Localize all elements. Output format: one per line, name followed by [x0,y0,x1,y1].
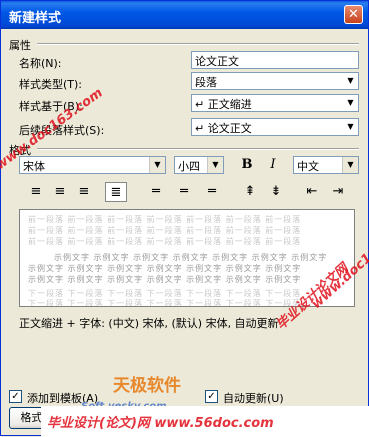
font-select[interactable]: 宋体 ▼ [19,156,166,174]
style-type-label: 样式类型(T): [19,78,83,91]
name-input-value: 论文正文 [195,55,239,68]
close-icon: ✕ [348,7,359,22]
chevron-down-icon[interactable]: ▼ [343,119,358,135]
decrease-indent-button[interactable]: ⇤ [301,182,323,202]
align-right-button[interactable]: ≡ [73,182,95,202]
style-type-select[interactable]: 段落 ▼ [191,72,359,90]
auto-update-label: 自动更新(U) [223,392,284,405]
name-input[interactable]: 论文正文 [191,51,359,69]
add-to-template-checkbox[interactable]: ✓ [9,390,22,403]
align-left-icon: ≡ [30,184,42,199]
bold-button[interactable]: B [236,155,258,175]
style-type-value: 段落 [195,76,217,89]
increase-indent-button[interactable]: ⇥ [327,182,349,202]
space-before-icon: ⇞ [244,184,256,199]
preview-sample-text: 示例文字 示例文字 示例文字 示例文字 示例文字 示例文字 示例文字 [28,264,302,273]
watermark-bottom-bar: 毕业设计(论文)网 www.56doc.com [41,406,369,437]
increase-indent-icon: ⇥ [332,184,344,199]
based-on-select[interactable]: ↵ 正文缩进 ▼ [191,94,359,112]
chevron-down-icon[interactable]: ▼ [343,73,358,89]
one-half-spacing-icon: ═ [180,184,188,199]
next-style-value: 论文正文 [207,122,252,135]
auto-update-checkbox[interactable]: ✓ [205,390,218,403]
properties-group-label: 属性 [9,39,31,52]
watermark-bottom: 毕业设计(论文)网 www.56doc.com [47,416,274,431]
language-value: 中文 [297,160,319,173]
single-spacing-icon: ═ [152,184,160,199]
space-after-button[interactable]: ⇟ [265,182,287,202]
preview-previous-paragraph: 前一段落 前一段落 前一段落 前一段落 前一段落 前一段落 前一段落 [28,215,302,224]
space-after-icon: ⇟ [270,184,282,199]
font-size-value: 小四 [178,160,200,173]
preview-next-paragraph: 下一段落 下一段落 下一段落 下一段落 下一段落 下一段落 下一段落 [28,299,302,307]
chevron-down-icon[interactable]: ▼ [149,157,165,173]
align-left-button[interactable]: ≡ [25,182,47,202]
preview-sample-text: 示例文字 示例文字 示例文字 示例文字 示例文字 示例文字 示例文字 [54,253,328,262]
chevron-down-icon[interactable]: ▼ [342,157,358,173]
font-value: 宋体 [23,160,45,173]
decrease-indent-icon: ⇤ [306,184,318,199]
properties-divider [37,43,359,45]
align-center-button[interactable]: ≡ [49,182,71,202]
language-select[interactable]: 中文 ▼ [293,156,359,174]
font-size-select[interactable]: 小四 ▼ [174,156,224,174]
new-style-dialog: 新建样式 ✕ 属性 名称(N): 论文正文 样式类型(T): 段落 ▼ 样式基于… [0,0,369,437]
format-divider [37,148,359,150]
next-style-select[interactable]: ↵ 论文正文 ▼ [191,118,359,136]
based-on-value: 正文缩进 [207,98,252,111]
paragraph-mark-icon: ↵ [195,122,205,135]
preview-previous-paragraph: 前一段落 前一段落 前一段落 前一段落 前一段落 前一段落 前一段落 [28,226,302,235]
style-description: 正文缩进 + 字体: (中文) 宋体, (默认) 宋体, 自动更新 [19,317,279,330]
double-spacing-button[interactable]: ═ [201,182,223,202]
chevron-down-icon[interactable]: ▼ [207,157,223,173]
justify-icon: ≣ [110,185,122,200]
dialog-title: 新建样式 [9,11,62,26]
space-before-button[interactable]: ⇞ [239,182,261,202]
chevron-down-icon[interactable]: ▼ [343,95,358,111]
paragraph-mark-icon: ↵ [195,98,205,111]
italic-button[interactable]: I [262,155,284,175]
double-spacing-icon: ═ [208,184,216,199]
justify-button[interactable]: ≣ [105,182,127,202]
one-half-spacing-button[interactable]: ═ [173,182,195,202]
align-center-icon: ≡ [54,184,66,199]
preview-sample-text: 示例文字 示例文字 示例文字 示例文字 示例文字 示例文字 示例文字 [28,275,302,284]
title-bar: 新建样式 ✕ [1,1,368,29]
align-right-icon: ≡ [78,184,90,199]
single-spacing-button[interactable]: ═ [145,182,167,202]
name-label: 名称(N): [19,57,62,70]
watermark-logo-cn: 天极软件 [113,376,181,396]
close-button[interactable]: ✕ [344,5,363,24]
preview-previous-paragraph: 前一段落 前一段落 前一段落 前一段落 前一段落 前一段落 前一段落 [28,237,302,246]
